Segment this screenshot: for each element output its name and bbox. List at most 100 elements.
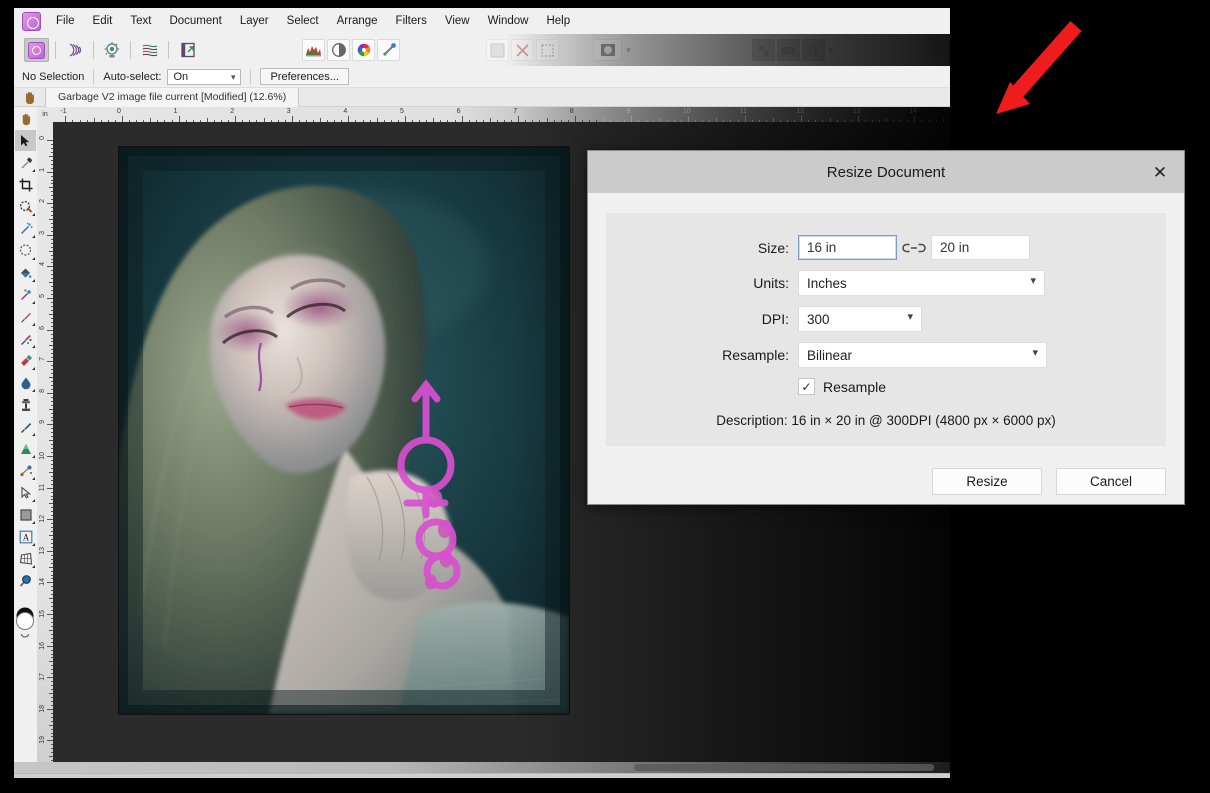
menu-item-arrange[interactable]: Arrange (328, 12, 387, 30)
mesh-warp-tool[interactable] (15, 460, 36, 481)
healing-brush-tool[interactable] (15, 284, 36, 305)
node-tool[interactable] (15, 482, 36, 503)
document-tab[interactable]: Garbage V2 image file current [Modified]… (45, 87, 300, 107)
document-page[interactable] (119, 147, 569, 714)
smudge-tool[interactable] (15, 328, 36, 349)
ruler-tick-label: 2 (39, 199, 46, 204)
ruler-tick-label: 9 (39, 420, 46, 425)
size-width-input[interactable]: 16 in (798, 235, 897, 260)
snapping-icon[interactable] (751, 39, 775, 61)
artistic-text-tool[interactable]: A (15, 526, 36, 547)
export-persona-icon[interactable] (175, 38, 200, 62)
flood-select-tool[interactable] (15, 218, 36, 239)
ruler-tick-label: 4 (39, 262, 46, 267)
ruler-unit-label: in (37, 107, 53, 122)
ruler-tick-label: 7 (513, 108, 518, 115)
develop-persona-icon[interactable] (100, 38, 125, 62)
toolbar-divider (130, 41, 132, 59)
auto-select-dropdown[interactable]: On ▾ (167, 68, 242, 85)
resample-dropdown[interactable]: Bilinear ▾ (798, 342, 1047, 368)
dialog-fields-panel: Size: 16 in 20 in Units: Inches ▾ DPI: 3… (606, 213, 1166, 446)
adjustment-contrast-icon[interactable] (327, 39, 351, 61)
close-icon[interactable]: ✕ (1150, 162, 1170, 182)
zoom-tool[interactable] (15, 570, 36, 591)
crop-tool[interactable] (15, 174, 36, 195)
erase-brush-tool[interactable] (15, 350, 36, 371)
perspective-tool[interactable] (15, 548, 36, 569)
foreground-background-color-swatch[interactable] (15, 604, 36, 644)
menu-item-window[interactable]: Window (479, 12, 538, 30)
undo-history-icon[interactable] (801, 39, 825, 61)
clear-selection-icon[interactable] (511, 39, 535, 61)
menu-item-document[interactable]: Document (160, 12, 230, 30)
move-tool[interactable] (15, 130, 36, 151)
ruler-tick-label: 5 (400, 108, 404, 115)
ruler-tick-label: 14 (39, 578, 46, 587)
blend-mode-chevron-icon[interactable]: ▾ (626, 45, 631, 56)
ruler-tick-label: 10 (683, 108, 691, 115)
selection-brush-tool[interactable] (15, 196, 36, 217)
shape-tool[interactable] (15, 504, 36, 525)
resample-label: Resample: (722, 347, 789, 363)
svg-text:A: A (22, 532, 29, 542)
size-height-input[interactable]: 20 in (931, 235, 1030, 260)
status-bar: Drag to marquee select. Click an object … (14, 773, 950, 778)
horizontal-scrollbar[interactable] (14, 762, 950, 773)
menu-item-select[interactable]: Select (278, 12, 328, 30)
ruler-tick-label: 7 (39, 357, 46, 362)
ruler-tick-label: 13 (852, 108, 861, 115)
menu-item-view[interactable]: View (436, 12, 479, 30)
checkmark-icon: ✓ (801, 379, 812, 394)
ruler-tick-label: 8 (569, 108, 574, 115)
menu-item-help[interactable]: Help (537, 12, 579, 30)
preferences-button[interactable]: Preferences... (260, 68, 349, 85)
document-tab-strip: Garbage V2 image file current [Modified]… (14, 87, 950, 107)
ruler-tick-label: 18 (39, 704, 46, 713)
chain-link-unlinked-icon[interactable] (897, 242, 931, 254)
portrait-photograph (119, 147, 569, 714)
live-filter-icon[interactable] (377, 39, 401, 61)
menu-item-filters[interactable]: Filters (387, 12, 436, 30)
ruler-tick-label: 6 (39, 325, 46, 330)
resample-row: Resample: Bilinear ▾ (606, 342, 1166, 368)
history-chevron-icon[interactable]: ▾ (829, 45, 834, 56)
blend-mode-icon[interactable] (593, 39, 623, 61)
color-picker-tool[interactable] (15, 152, 36, 173)
units-label: Units: (753, 275, 789, 291)
color-wheel-icon[interactable] (352, 39, 376, 61)
blur-tool[interactable] (15, 372, 36, 393)
horizontal-ruler[interactable]: -10123456789101112131415 (37, 107, 950, 122)
menu-item-file[interactable]: File (47, 12, 84, 30)
menu-item-edit[interactable]: Edit (84, 12, 122, 30)
gradient-tool[interactable] (15, 438, 36, 459)
tone-mapping-persona-icon[interactable] (137, 38, 162, 62)
marquee-tool[interactable] (15, 240, 36, 261)
refine-selection-icon[interactable] (536, 39, 560, 61)
dialog-title: Resize Document (826, 163, 946, 181)
clone-tool[interactable] (15, 394, 36, 415)
toolbar-divider (92, 41, 94, 59)
assistant-icon[interactable] (923, 38, 948, 62)
dialog-title-bar: Resize Document ✕ (588, 151, 1184, 193)
resample-checkbox[interactable]: ✓ (798, 378, 815, 395)
scrollbar-thumb[interactable] (634, 764, 934, 771)
paint-bucket-tool[interactable] (15, 262, 36, 283)
hand-tool-icon[interactable] (14, 88, 45, 107)
dpi-dropdown[interactable]: 300 ▾ (798, 306, 922, 332)
cancel-button[interactable]: Cancel (1056, 468, 1166, 495)
vertical-ruler[interactable]: 01234567891011121314151617181920 (37, 122, 53, 762)
photo-persona-icon[interactable] (24, 38, 49, 62)
resize-button[interactable]: Resize (932, 468, 1042, 495)
liquify-persona-icon[interactable] (62, 38, 87, 62)
menu-item-text[interactable]: Text (121, 12, 160, 30)
ruler-tick-label: 4 (343, 108, 348, 115)
pixel-grid-icon[interactable] (486, 39, 510, 61)
histogram-icon[interactable] (302, 39, 326, 61)
menu-item-layer[interactable]: Layer (231, 12, 278, 30)
units-dropdown[interactable]: Inches ▾ (798, 270, 1045, 296)
dodge-burn-tool[interactable] (15, 416, 36, 437)
paint-brush-tool[interactable] (15, 306, 36, 327)
layer-flag-icon[interactable] (776, 39, 800, 61)
hand-tool[interactable] (15, 108, 36, 129)
resample-checkbox-label: Resample (823, 378, 887, 395)
